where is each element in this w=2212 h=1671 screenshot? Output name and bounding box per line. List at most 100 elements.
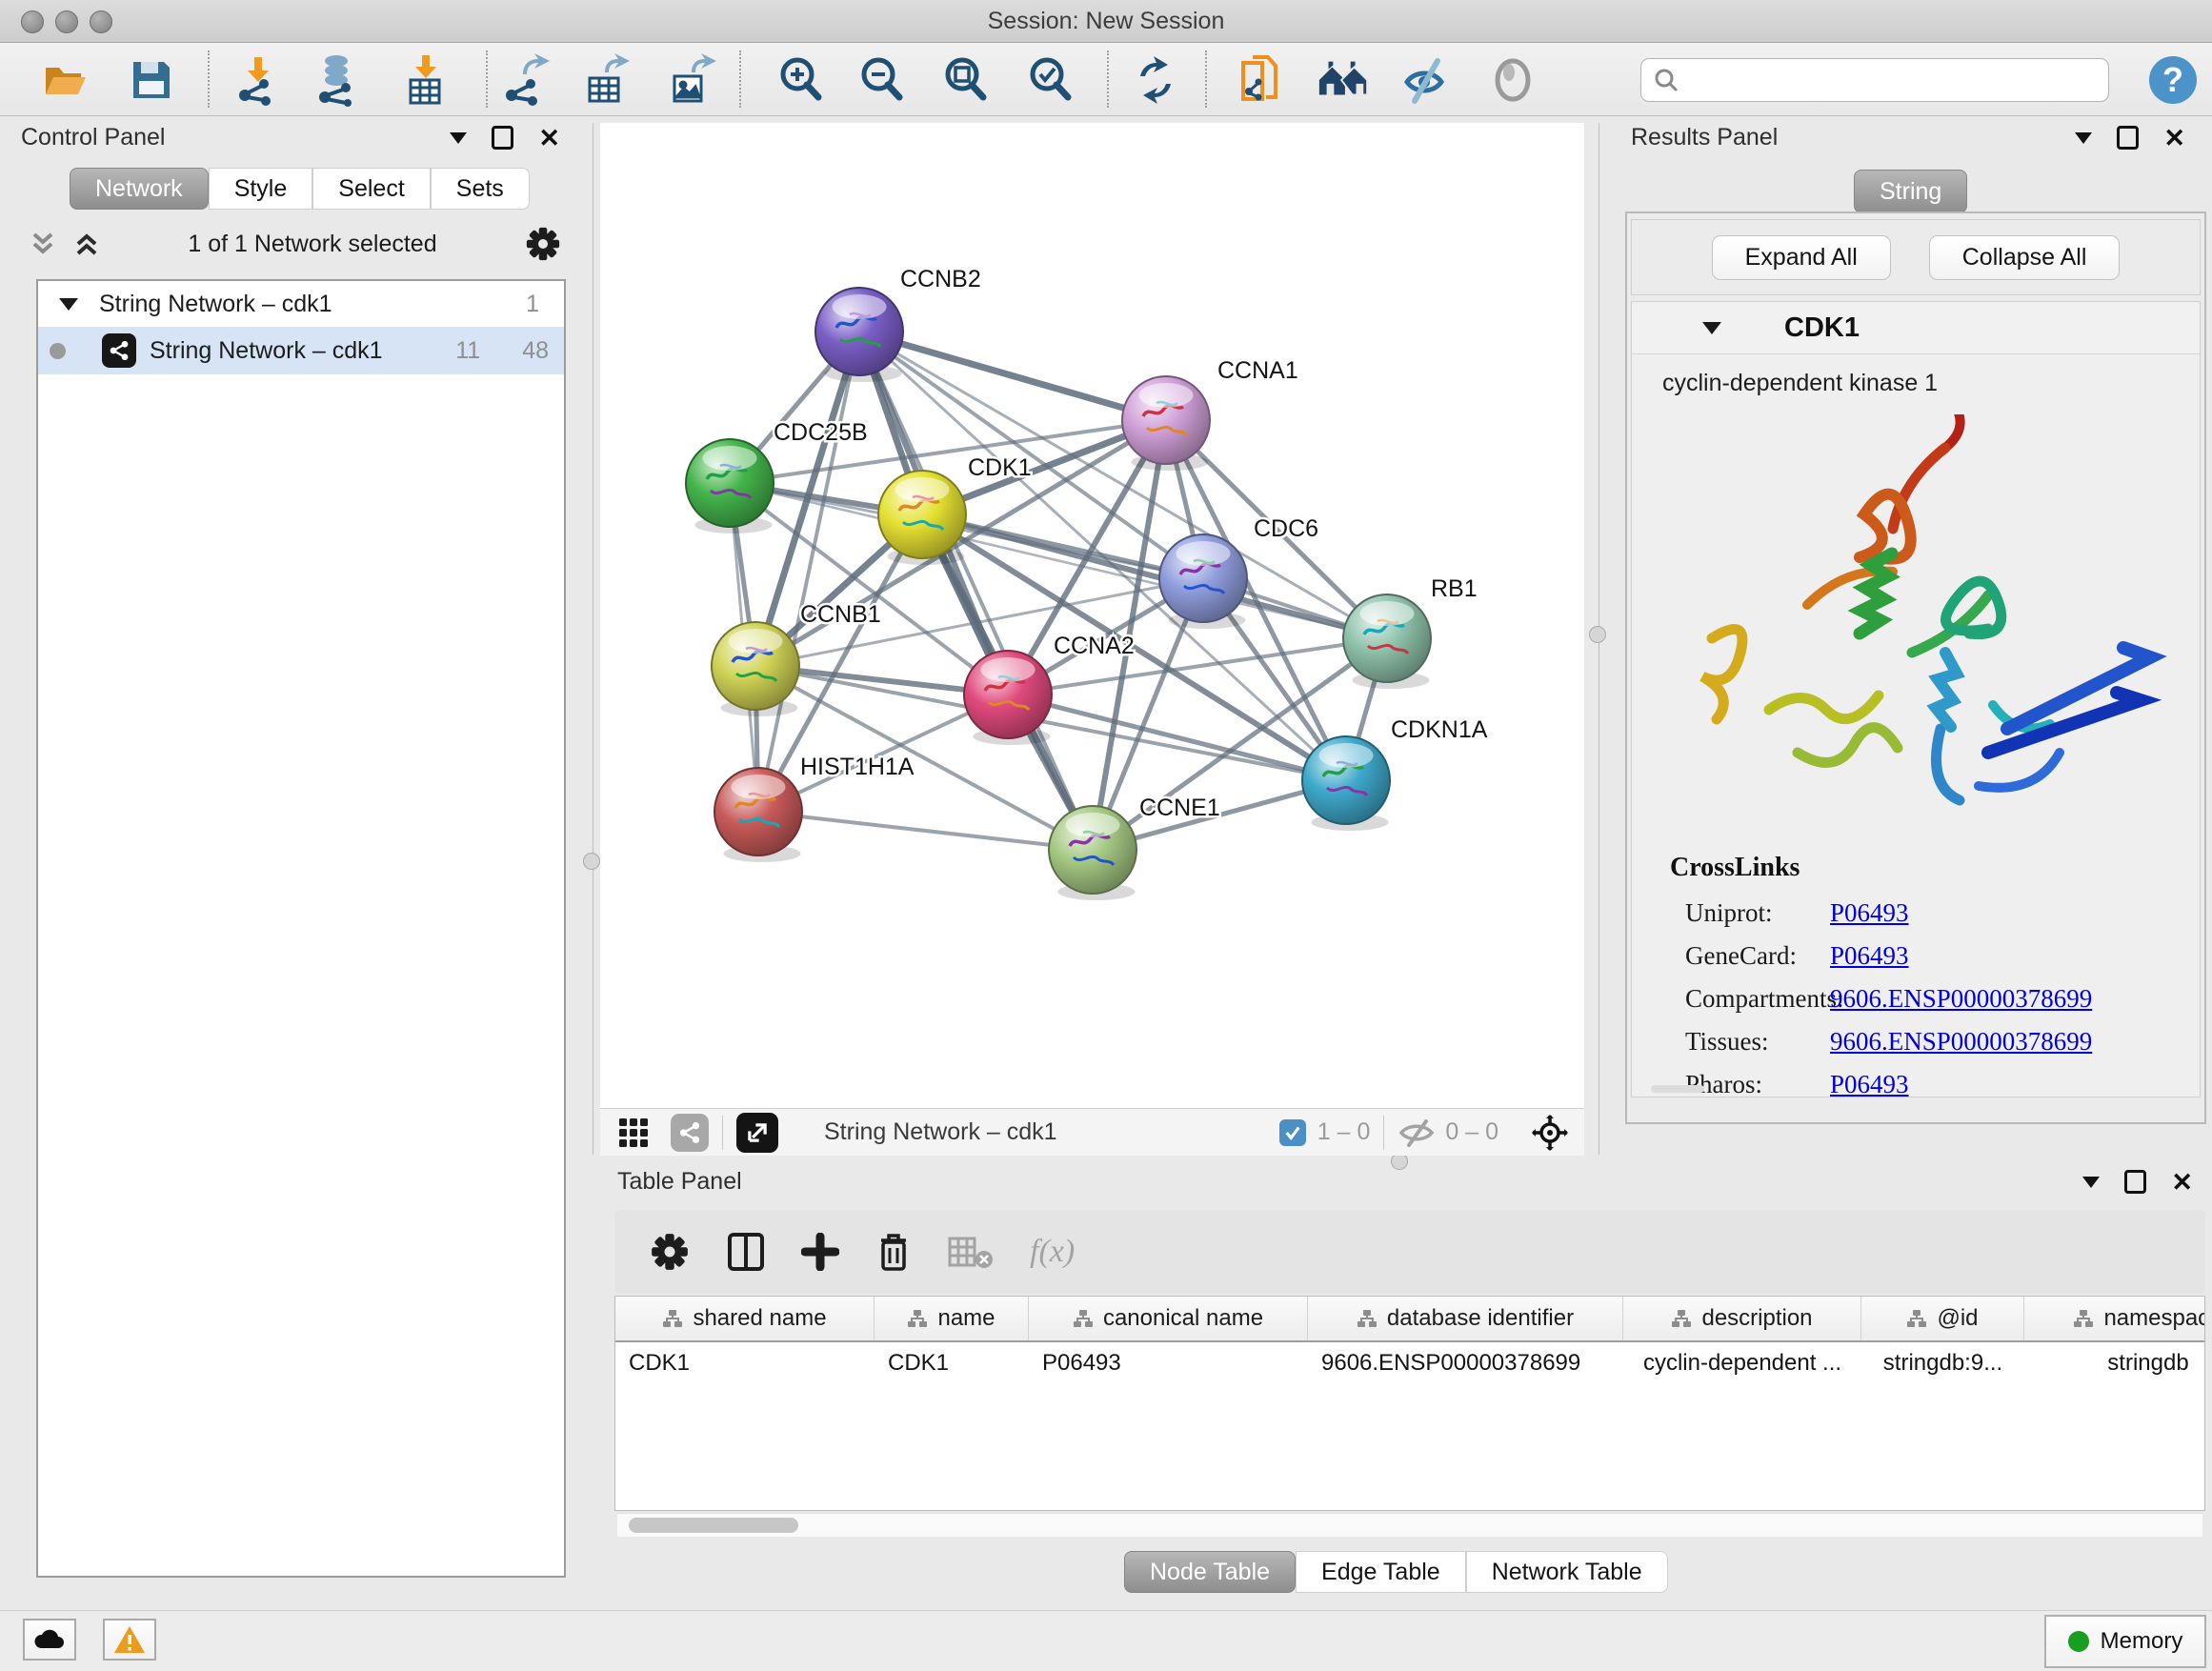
column-header-@id[interactable]: @id — [1861, 1297, 2024, 1340]
table-options-gear-icon[interactable] — [649, 1231, 691, 1273]
table-cell[interactable]: stringdb:9... — [1861, 1350, 2024, 1377]
expand-all-button[interactable]: Expand All — [1712, 235, 1891, 280]
node-CCNB1[interactable]: CCNB1 — [712, 601, 881, 716]
open-session-icon[interactable] — [38, 52, 93, 108]
zoom-out-icon[interactable] — [855, 52, 910, 108]
column-header-database-identifier[interactable]: database identifier — [1308, 1297, 1623, 1340]
memory-button[interactable]: Memory — [2044, 1615, 2206, 1668]
panel-float-icon[interactable] — [492, 126, 513, 150]
home-pages-icon[interactable] — [1316, 52, 1371, 108]
panel-menu-icon[interactable] — [2082, 1177, 2100, 1188]
hide-unselected-icon[interactable] — [1398, 52, 1454, 108]
delete-column-icon[interactable] — [875, 1231, 912, 1273]
export-image-icon[interactable] — [664, 52, 719, 108]
left-splitter-handle[interactable] — [583, 853, 600, 870]
save-session-icon[interactable] — [124, 52, 179, 108]
network-row-selected[interactable]: String Network – cdk1 11 48 — [38, 327, 564, 374]
network-options-gear-icon[interactable] — [524, 225, 562, 263]
tab-sets[interactable]: Sets — [431, 168, 530, 210]
add-column-icon[interactable] — [801, 1233, 839, 1271]
cloud-button[interactable] — [23, 1619, 76, 1661]
column-header-canonical-name[interactable]: canonical name — [1029, 1297, 1308, 1340]
panel-float-icon[interactable] — [2124, 1170, 2146, 1194]
network-status-dot-icon — [50, 343, 66, 359]
panel-close-icon[interactable]: ✕ — [2163, 129, 2185, 148]
collapse-all-icon[interactable] — [29, 229, 57, 259]
warning-button[interactable] — [103, 1619, 156, 1661]
tab-network-table[interactable]: Network Table — [1466, 1551, 1668, 1593]
crosslink-link[interactable]: P06493 — [1830, 898, 1909, 928]
zoom-in-icon[interactable] — [774, 52, 829, 108]
panel-menu-icon[interactable] — [2075, 132, 2092, 144]
table-cell[interactable]: P06493 — [1029, 1350, 1308, 1377]
column-header-shared-name[interactable]: shared name — [615, 1297, 875, 1340]
entry-scrollbar-thumb[interactable] — [1651, 1085, 1704, 1093]
zoom-fit-icon[interactable] — [938, 52, 994, 108]
network-view-canvas[interactable]: CCNB2CCNA1CDC25BCDK1CDC6RB1CCNB1CCNA2CDK… — [600, 123, 1584, 1108]
right-splitter-handle[interactable] — [1589, 626, 1606, 643]
node-label-CDC25B: CDC25B — [774, 419, 868, 446]
show-columns-icon[interactable] — [727, 1231, 765, 1273]
main-toolbar: ? — [0, 43, 2212, 116]
selected-checkbox-icon[interactable] — [1279, 1119, 1306, 1146]
table-row[interactable]: CDK1CDK1P064939606.ENSP00000378699cyclin… — [615, 1342, 2204, 1384]
search-field[interactable] — [1640, 58, 2109, 102]
tab-node-table[interactable]: Node Table — [1124, 1551, 1296, 1593]
crosslink-link[interactable]: 9606.ENSP00000378699 — [1830, 984, 2092, 1014]
detach-view-icon[interactable] — [736, 1113, 778, 1153]
entry-gene-name: CDK1 — [1784, 312, 1860, 344]
panel-float-icon[interactable] — [2117, 126, 2139, 150]
node-CDKN1A[interactable]: CDKN1A — [1302, 716, 1488, 831]
table-cell[interactable]: 9606.ENSP00000378699 — [1308, 1350, 1623, 1377]
node-HIST1H1A[interactable]: HIST1H1A — [714, 754, 915, 862]
node-label-CCNA1: CCNA1 — [1217, 357, 1298, 384]
crosslink-link[interactable]: P06493 — [1830, 941, 1909, 971]
tab-network[interactable]: Network — [70, 168, 209, 210]
tree-expand-icon[interactable] — [59, 298, 78, 311]
table-cell[interactable]: stringdb — [2024, 1350, 2205, 1377]
column-header-name[interactable]: name — [875, 1297, 1029, 1340]
node-CCNE1[interactable]: CCNE1 — [1049, 795, 1220, 900]
entry-collapse-icon[interactable] — [1702, 322, 1721, 334]
tab-style[interactable]: Style — [209, 168, 313, 210]
import-table-file-icon[interactable] — [398, 52, 453, 108]
table-hscrollbar[interactable] — [617, 1513, 2202, 1537]
table-hscrollbar-thumb[interactable] — [629, 1518, 798, 1533]
entry-header[interactable]: CDK1 — [1632, 302, 2200, 354]
node-CCNA1[interactable]: CCNA1 — [1122, 357, 1298, 471]
export-network-icon[interactable] — [497, 52, 553, 108]
node-RB1[interactable]: RB1 — [1343, 575, 1478, 689]
crosslink-link[interactable]: 9606.ENSP00000378699 — [1830, 1027, 2092, 1057]
panel-close-icon[interactable]: ✕ — [538, 129, 560, 148]
table-cell[interactable]: CDK1 — [875, 1350, 1029, 1377]
show-all-icon[interactable] — [1485, 52, 1540, 108]
panel-close-icon[interactable]: ✕ — [2171, 1173, 2193, 1192]
import-network-file-icon[interactable] — [231, 52, 286, 108]
panel-menu-icon[interactable] — [450, 132, 467, 144]
network-share-view-icon[interactable] — [671, 1114, 709, 1152]
refresh-icon[interactable] — [1128, 52, 1183, 108]
import-network-database-icon[interactable] — [311, 52, 366, 108]
grid-view-icon[interactable] — [617, 1117, 650, 1149]
node-table[interactable]: shared namenamecanonical namedatabase id… — [614, 1296, 2205, 1511]
column-header-namespace[interactable]: namespace — [2024, 1297, 2205, 1340]
tab-select[interactable]: Select — [312, 168, 430, 210]
network-list-header: 1 of 1 Network selected — [29, 225, 562, 263]
table-cell[interactable]: cyclin-dependent ... — [1623, 1350, 1861, 1377]
help-icon[interactable]: ? — [2145, 52, 2201, 108]
birdseye-crosshair-icon[interactable] — [1531, 1114, 1569, 1152]
node-CCNB2[interactable]: CCNB2 — [815, 266, 981, 382]
edge-HIST1H1A-CCNE1[interactable] — [758, 812, 1093, 850]
tab-edge-table[interactable]: Edge Table — [1296, 1551, 1466, 1593]
search-input[interactable] — [1679, 66, 2083, 94]
zoom-selected-icon[interactable] — [1023, 52, 1078, 108]
collapse-all-button[interactable]: Collapse All — [1929, 235, 2121, 280]
table-cell[interactable]: CDK1 — [615, 1350, 875, 1377]
column-header-description[interactable]: description — [1623, 1297, 1861, 1340]
annotations-icon[interactable] — [1235, 52, 1290, 108]
expand-all-icon[interactable] — [72, 229, 101, 259]
crosslink-link[interactable]: P06493 — [1830, 1070, 1909, 1099]
results-tab-string[interactable]: String — [1854, 170, 1967, 213]
network-collection-row[interactable]: String Network – cdk1 1 — [38, 281, 564, 327]
export-table-icon[interactable] — [579, 52, 634, 108]
